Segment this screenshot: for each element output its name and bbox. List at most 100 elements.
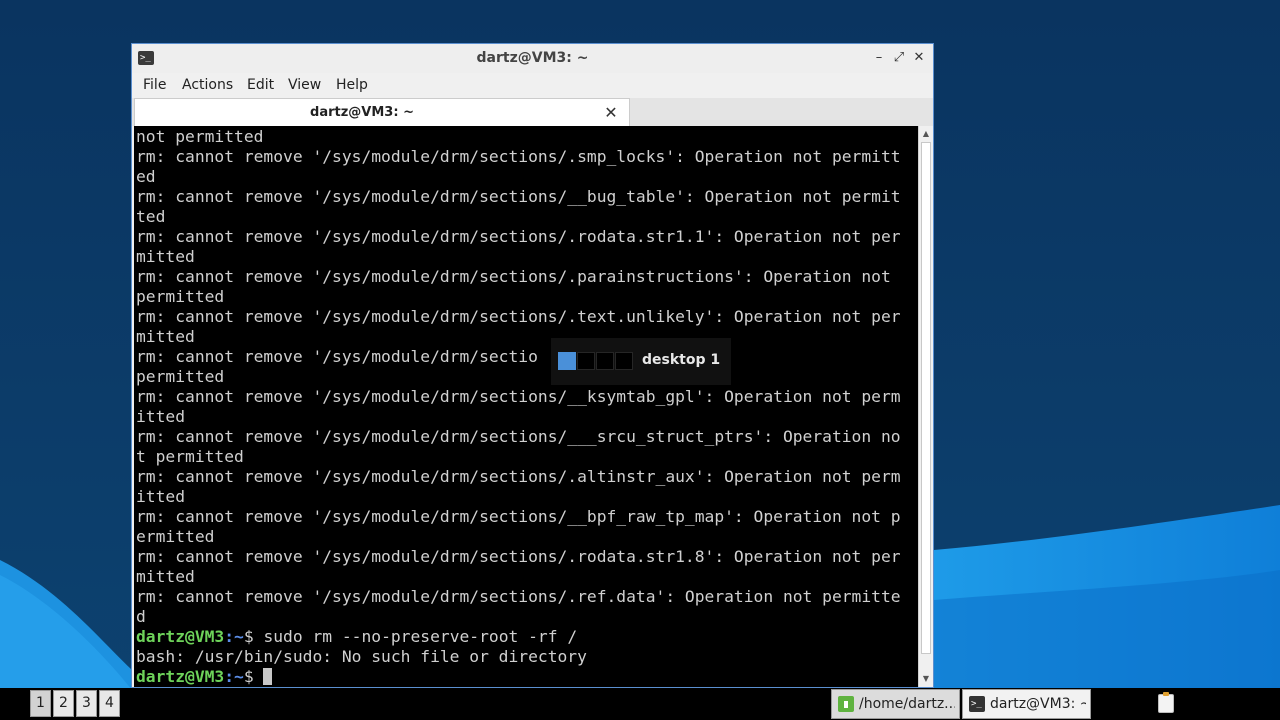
terminal-icon: >_: [969, 696, 985, 712]
close-icon[interactable]: ✕: [911, 50, 927, 66]
prompt-path: :~: [224, 627, 244, 646]
osd-desktop-cell-1: [558, 352, 576, 370]
vertical-scrollbar[interactable]: ▲ ▼: [918, 126, 933, 687]
line-text: permitted: [136, 287, 225, 306]
terminal-line: rm: cannot remove '/sys/module/drm/secti…: [136, 147, 918, 167]
line-text: t permitted: [136, 447, 244, 466]
taskbar: 1 2 3 4 /home/dartz... >_ dartz@VM3: ~: [0, 688, 1280, 720]
menu-actions[interactable]: Actions: [182, 73, 233, 98]
line-text: rm: cannot remove '/sys/module/drm/secti…: [136, 467, 901, 486]
osd-desktop-cell-4: [615, 352, 633, 370]
task-label-terminal: dartz@VM3: ~: [990, 696, 1086, 712]
window-titlebar[interactable]: >_ dartz@VM3: ~ – ⤢ ✕: [132, 44, 933, 74]
desktop-switch-popup: desktop 1: [551, 338, 731, 385]
line-text: ted: [136, 207, 166, 226]
scrollbar-thumb[interactable]: [921, 142, 931, 654]
terminal-line: permitted: [136, 367, 918, 387]
line-text: rm: cannot remove '/sys/module/drm/secti…: [136, 187, 901, 206]
terminal-lines: not permitted rm: cannot remove '/sys/mod…: [136, 127, 918, 687]
line-text: itted: [136, 487, 186, 506]
line-text: rm: cannot remove '/sys/module/drm/secti…: [136, 347, 538, 366]
terminal-line: rm: cannot remove '/sys/module/drm/secti…: [136, 507, 918, 527]
terminal-line: rm: cannot remove '/sys/module/drm/secti…: [136, 187, 918, 207]
terminal-line: rm: cannot remove '/sys/module/drm/secti…: [136, 587, 918, 607]
terminal-line: d: [136, 607, 918, 627]
line-text: rm: cannot remove '/sys/module/drm/secti…: [136, 507, 901, 526]
terminal-line: ted: [136, 207, 918, 227]
line-text: rm: cannot remove '/sys/module/drm/secti…: [136, 547, 901, 566]
osd-desktop-cell-3: [596, 352, 614, 370]
line-text: rm: cannot remove '/sys/module/drm/secti…: [136, 427, 901, 446]
scroll-up-icon[interactable]: ▲: [919, 127, 933, 141]
task-label-file-manager: /home/dartz...: [859, 696, 955, 712]
line-text: sudo rm --no-preserve-root -rf /: [263, 627, 578, 646]
terminal-prompt-line: dartz@VM3:~$ sudo rm --no-preserve-root …: [136, 627, 918, 647]
tab-bar: dartz@VM3: ~ ✕: [132, 98, 933, 126]
menu-view[interactable]: View: [288, 73, 321, 98]
tab-label: dartz@VM3: ~: [310, 105, 414, 120]
terminal-line: permitted: [136, 287, 918, 307]
terminal-line: ermitted: [136, 527, 918, 547]
pager-desktop-4[interactable]: 4: [99, 690, 120, 717]
terminal-line: rm: cannot remove '/sys/module/drm/secti…: [136, 547, 918, 567]
terminal-line: mitted: [136, 247, 918, 267]
prompt-user: dartz@VM3: [136, 667, 225, 686]
menu-help[interactable]: Help: [336, 73, 368, 98]
line-text: mitted: [136, 567, 195, 586]
minimize-icon[interactable]: –: [871, 50, 887, 66]
menubar: File Actions Edit View Help: [132, 73, 933, 98]
pager-desktop-1[interactable]: 1: [30, 690, 51, 717]
task-terminal[interactable]: >_ dartz@VM3: ~: [962, 689, 1091, 719]
terminal-line: rm: cannot remove '/sys/module/drm/secti…: [136, 227, 918, 247]
terminal-line: rm: cannot remove '/sys/module/drm/secti…: [136, 267, 918, 287]
terminal-line: rm: cannot remove '/sys/module/drm/secti…: [136, 427, 918, 447]
prompt-user: dartz@VM3: [136, 627, 225, 646]
terminal-output[interactable]: not permitted rm: cannot remove '/sys/mod…: [134, 126, 918, 687]
line-text: permitted: [136, 367, 225, 386]
terminal-line: t permitted: [136, 447, 918, 467]
file-manager-icon: [838, 696, 854, 712]
line-text: not permitted: [136, 127, 264, 146]
pager-desktop-2[interactable]: 2: [53, 690, 74, 717]
line-text: ermitted: [136, 527, 215, 546]
terminal-line: not permitted: [136, 127, 918, 147]
line-text: rm: cannot remove '/sys/module/drm/secti…: [136, 307, 901, 326]
task-file-manager[interactable]: /home/dartz...: [831, 689, 960, 719]
line-text: mitted: [136, 327, 195, 346]
prompt-symbol: $: [243, 627, 264, 646]
terminal-line: itted: [136, 407, 918, 427]
terminal-window: >_ dartz@VM3: ~ – ⤢ ✕ File Actions Edit …: [131, 43, 934, 688]
scroll-down-icon[interactable]: ▼: [919, 672, 933, 686]
line-text: mitted: [136, 247, 195, 266]
line-text: rm: cannot remove '/sys/module/drm/secti…: [136, 267, 891, 286]
line-text: rm: cannot remove '/sys/module/drm/secti…: [136, 227, 901, 246]
terminal-line: mitted: [136, 327, 918, 347]
line-text: bash: /usr/bin/sudo: No such file or dir…: [136, 647, 587, 666]
menu-file[interactable]: File: [143, 73, 166, 98]
terminal-line: ed: [136, 167, 918, 187]
terminal-line: mitted: [136, 567, 918, 587]
menu-edit[interactable]: Edit: [247, 73, 274, 98]
terminal-line: rm: cannot remove '/sys/module/drm/secti…: [136, 467, 918, 487]
prompt-symbol: $: [243, 667, 264, 686]
terminal-line: itted: [136, 487, 918, 507]
prompt-path: :~: [224, 667, 244, 686]
maximize-icon[interactable]: ⤢: [891, 50, 907, 66]
pager-desktop-3[interactable]: 3: [76, 690, 97, 717]
osd-desktop-label: desktop 1: [642, 352, 721, 368]
terminal-cursor: [263, 668, 273, 685]
line-text: rm: cannot remove '/sys/module/drm/secti…: [136, 387, 901, 406]
tab-close-icon[interactable]: ✕: [603, 105, 619, 121]
terminal-line: rm: cannot remove '/sys/module/drm/secti…: [136, 347, 918, 367]
terminal-line: rm: cannot remove '/sys/module/drm/secti…: [136, 307, 918, 327]
line-text: rm: cannot remove '/sys/module/drm/secti…: [136, 147, 901, 166]
line-text: rm: cannot remove '/sys/module/drm/secti…: [136, 587, 901, 606]
line-text: d: [136, 607, 146, 626]
clipboard-icon[interactable]: [1158, 692, 1174, 713]
osd-desktop-cell-2: [577, 352, 595, 370]
line-text: ed: [136, 167, 156, 186]
terminal-prompt-line: dartz@VM3:~$: [136, 667, 918, 687]
terminal-line: rm: cannot remove '/sys/module/drm/secti…: [136, 387, 918, 407]
tab-terminal[interactable]: dartz@VM3: ~ ✕: [134, 98, 630, 126]
line-text: itted: [136, 407, 186, 426]
